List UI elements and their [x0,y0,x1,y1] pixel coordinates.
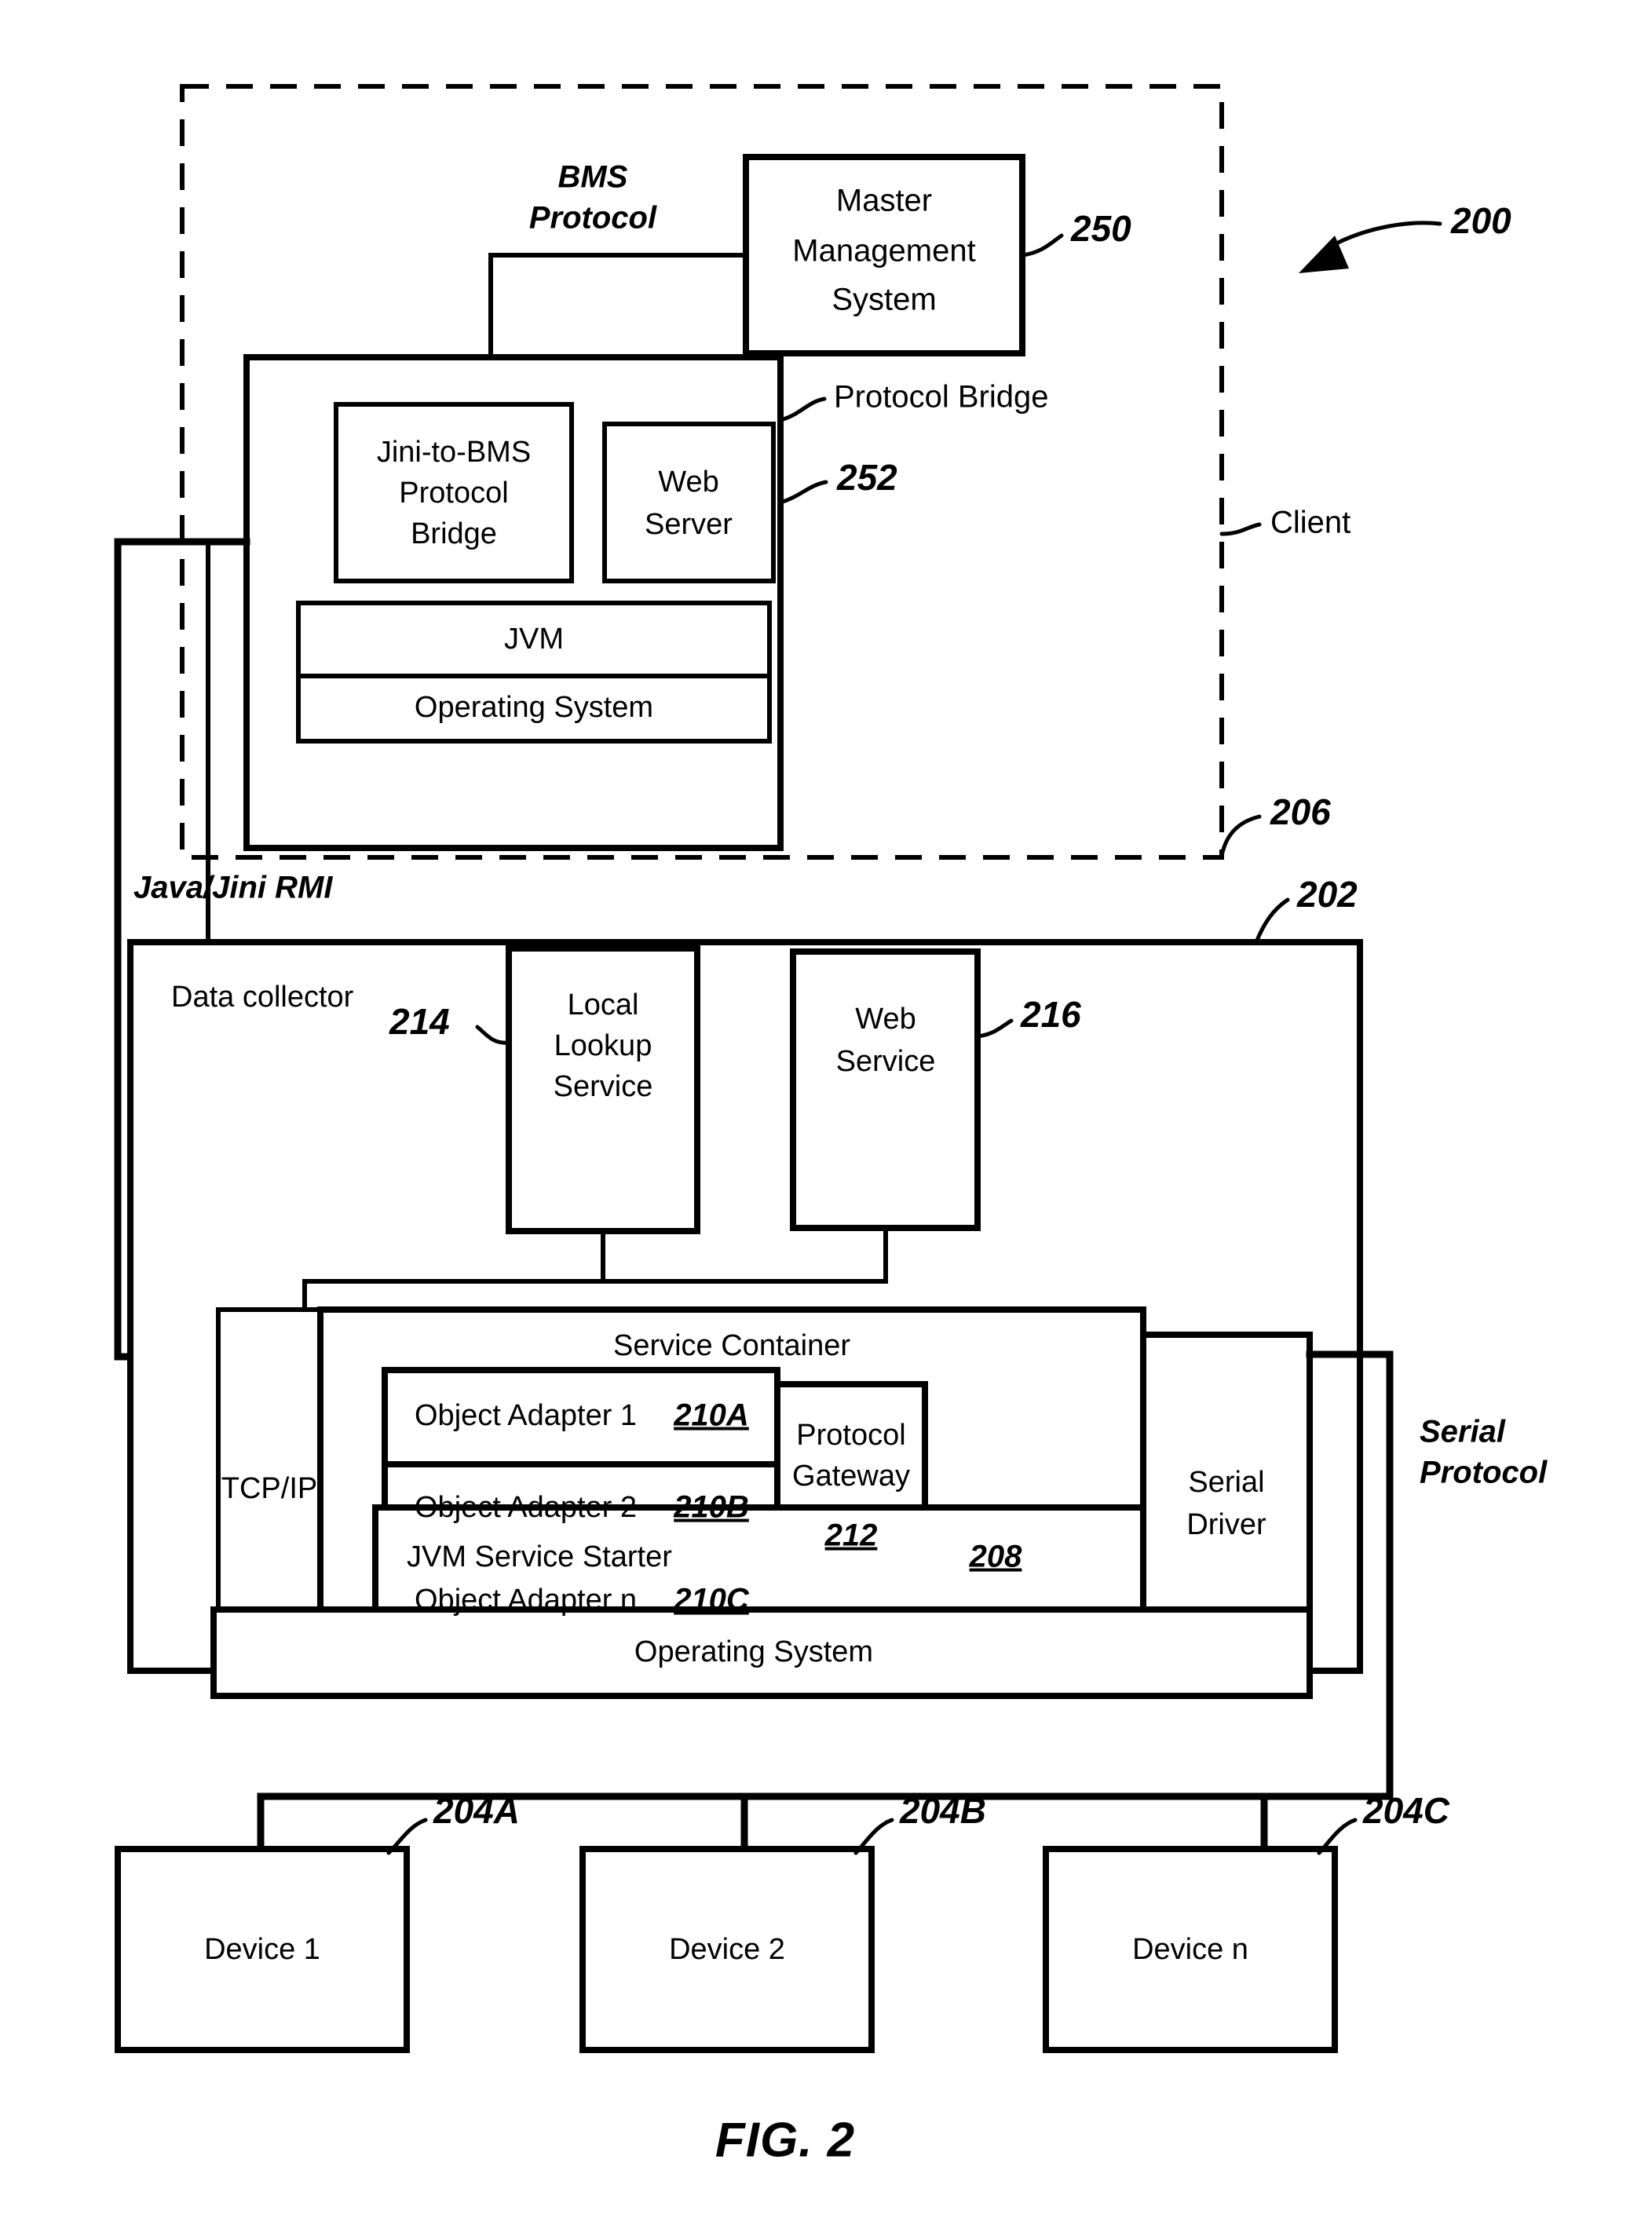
local-lookup-service-label-line1: Local [568,988,639,1021]
ref-200-leader-line [1323,221,1442,252]
bms-protocol-connector [488,253,748,360]
diagram-canvas: BMS Protocol Master Management System 25… [114,84,1548,2167]
ref-204C-label: 204C [1362,1790,1450,1831]
client-label: Client [1270,506,1350,540]
ref-216-label: 216 [1020,994,1081,1035]
ref-210B-label: 210B [673,1490,749,1525]
local-lookup-service-label-line3: Service [554,1070,653,1103]
protocol-bridge-leader-line [778,396,827,422]
tcp-ip-label: TCP/IP [221,1472,317,1505]
ref-252-leader-line [778,480,828,505]
protocol-gateway-label-line2: Gateway [792,1460,910,1493]
protocol-bridge-label: Protocol Bridge [834,380,1048,415]
service-container-label: Service Container [613,1329,850,1362]
client-leader-line [1219,522,1262,536]
ref-212-label: 212 [824,1518,878,1553]
web-server-label-line2: Server [645,508,733,541]
jini-to-bms-label-line3: Bridge [411,517,497,550]
web-service-label-line2: Service [836,1045,936,1078]
data-collector-label: Data collector [171,981,354,1014]
data-collector-operating-system-label: Operating System [634,1635,873,1668]
web-server-box[interactable] [602,422,776,583]
ref-200-label: 200 [1450,200,1511,241]
bms-protocol-label-line1: BMS [558,160,628,195]
master-management-system-label-line1: Master [836,184,932,218]
local-lookup-service-label-line2: Lookup [554,1029,652,1062]
jvm-label: JVM [504,623,564,656]
protocol-gateway-label-line1: Protocol [796,1419,905,1452]
ref-206-label: 206 [1270,791,1331,832]
serial-protocol-label-line1: Serial [1420,1415,1506,1449]
patent-figure-2: BMS Protocol Master Management System 25… [0,0,1652,2229]
ref-214-label: 214 [389,1001,450,1042]
ref-204A-label: 204A [433,1790,520,1831]
master-management-system-label-line3: System [831,283,936,317]
device-n-label: Device n [1132,1933,1248,1966]
serial-driver-label-line2: Driver [1186,1508,1266,1541]
ref-202-label: 202 [1296,874,1358,915]
ref-210C-label: 210C [673,1583,750,1617]
java-jini-rmi-label: Java/Jini RMI [133,871,333,905]
ref-206-leader-line [1219,814,1262,858]
ref-250-label: 250 [1070,208,1131,249]
object-adapter-2-label: Object Adapter 2 [415,1491,637,1524]
web-service-box[interactable] [790,948,981,1231]
ref-202-leader-line [1254,897,1290,945]
jini-to-bms-label-line2: Protocol [399,477,508,510]
web-service-label-line1: Web [855,1003,916,1036]
protocol-bridge-operating-system-label: Operating System [415,691,653,724]
device-1-label: Device 1 [204,1933,320,1966]
web-server-label-line1: Web [658,466,718,499]
bms-protocol-label-line2: Protocol [529,201,657,236]
ref-210A-label: 210A [673,1398,749,1433]
ref-252-label: 252 [836,457,897,498]
jini-to-bms-label-line1: Jini-to-BMS [377,436,531,469]
ref-250-leader-line [1020,233,1064,258]
object-adapter-1-label: Object Adapter 1 [415,1399,637,1432]
object-adapter-n-label: Object Adapter n [415,1584,637,1617]
serial-driver-label-line1: Serial [1188,1466,1264,1499]
ref-208-label: 208 [969,1540,1022,1574]
ref-204B-label: 204B [899,1790,986,1831]
jvm-service-starter-label: JVM Service Starter [407,1540,672,1573]
figure-caption: FIG. 2 [715,2113,855,2167]
device-2-label: Device 2 [669,1933,785,1966]
serial-protocol-label-line2: Protocol [1420,1456,1548,1490]
master-management-system-label-line2: Management [792,234,975,269]
